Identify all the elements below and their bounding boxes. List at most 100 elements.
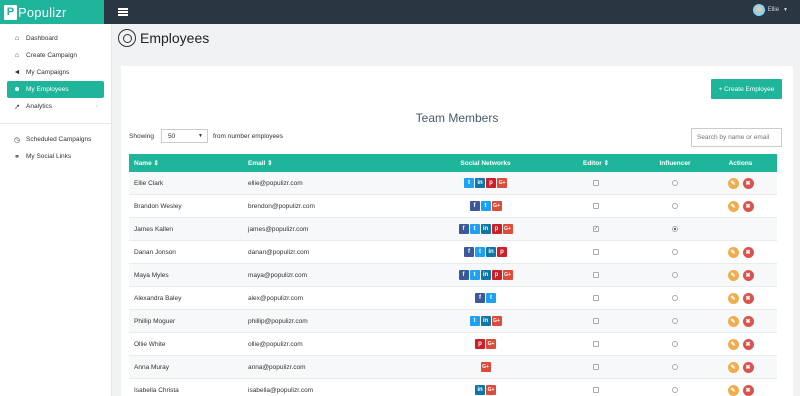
twitter-icon[interactable]: t: [469, 224, 480, 234]
sidebar-item-my-employees[interactable]: ☻ My Employees: [7, 81, 104, 98]
google-icon[interactable]: G+: [486, 385, 496, 395]
sidebar-item-dashboard[interactable]: ⌂ Dashboard: [7, 30, 104, 47]
linkedin-icon[interactable]: in: [475, 385, 485, 395]
sidebar-item-analytics[interactable]: ↗ Analytics ‹: [7, 98, 104, 115]
employee-name: Brandon Wesley: [134, 202, 182, 210]
chevron-down-icon: ▼: [783, 7, 788, 13]
create-employee-button[interactable]: + Create Employee: [711, 79, 782, 99]
influencer-cell: [646, 341, 704, 347]
page-size-select[interactable]: 50 ▼: [160, 129, 208, 143]
actions-cell: ✎ ✖: [704, 315, 777, 327]
column-header-editor[interactable]: Editor ⇕: [546, 159, 646, 167]
hamburger-icon[interactable]: [118, 8, 128, 16]
facebook-icon[interactable]: f: [458, 224, 469, 234]
column-header-email[interactable]: Email ⇕: [243, 159, 425, 167]
pinterest-icon[interactable]: p: [497, 247, 507, 257]
pinterest-icon[interactable]: p: [486, 178, 496, 188]
linkedin-icon[interactable]: in: [480, 316, 491, 326]
pinterest-icon[interactable]: p: [491, 224, 502, 234]
google-icon[interactable]: G+: [491, 316, 502, 326]
facebook-icon[interactable]: f: [464, 247, 474, 257]
editor-checkbox[interactable]: [593, 318, 599, 324]
employee-email: james@populizr.com: [248, 225, 309, 233]
twitter-icon[interactable]: t: [469, 270, 480, 280]
delete-icon[interactable]: ✖: [742, 177, 754, 189]
edit-icon[interactable]: ✎: [727, 384, 739, 396]
google-icon[interactable]: G+: [497, 178, 507, 188]
chart-icon: ↗: [14, 103, 20, 111]
delete-icon[interactable]: ✖: [742, 361, 754, 373]
editor-checkbox[interactable]: [593, 387, 599, 393]
influencer-radio[interactable]: [672, 295, 678, 301]
influencer-radio[interactable]: [672, 180, 678, 186]
edit-icon[interactable]: ✎: [727, 200, 739, 212]
pinterest-icon[interactable]: p: [491, 270, 502, 280]
editor-cell: [546, 318, 646, 324]
edit-icon[interactable]: ✎: [727, 361, 739, 373]
sidebar-item-label: My Campaigns: [26, 69, 70, 76]
influencer-radio[interactable]: [672, 203, 678, 209]
influencer-radio[interactable]: [672, 364, 678, 370]
twitter-icon[interactable]: t: [469, 316, 480, 326]
table-row: Ollie White ollie@populizr.com p G+ ✎ ✖: [129, 333, 777, 356]
edit-icon[interactable]: ✎: [727, 292, 739, 304]
sidebar-item-scheduled-campaigns[interactable]: ◷ Scheduled Campaigns: [7, 131, 104, 148]
facebook-icon[interactable]: f: [458, 270, 469, 280]
sidebar-item-my-campaigns[interactable]: ◄ My Campaigns: [7, 64, 104, 81]
delete-icon[interactable]: ✖: [742, 338, 754, 350]
employees-table: Name ⇕ Email ⇕ Social Networks Editor ⇕ …: [129, 154, 777, 396]
google-icon[interactable]: G+: [502, 224, 513, 234]
delete-icon[interactable]: ✖: [742, 269, 754, 281]
influencer-radio[interactable]: [672, 341, 678, 347]
influencer-radio[interactable]: [672, 226, 678, 232]
twitter-icon[interactable]: t: [464, 178, 474, 188]
google-icon[interactable]: G+: [502, 270, 513, 280]
linkedin-icon[interactable]: in: [480, 224, 491, 234]
editor-checkbox[interactable]: [593, 272, 599, 278]
google-icon[interactable]: G+: [480, 362, 491, 372]
user-menu[interactable]: Ellie ▼: [752, 4, 788, 16]
editor-checkbox[interactable]: [593, 203, 599, 209]
editor-cell: [546, 341, 646, 347]
pinterest-icon[interactable]: p: [475, 339, 485, 349]
google-icon[interactable]: G+: [486, 339, 496, 349]
google-icon[interactable]: G+: [491, 201, 502, 211]
delete-icon[interactable]: ✖: [742, 384, 754, 396]
linkedin-icon[interactable]: in: [480, 270, 491, 280]
editor-checkbox[interactable]: [593, 249, 599, 255]
editor-checkbox[interactable]: [593, 180, 599, 186]
editor-checkbox[interactable]: [593, 364, 599, 370]
editor-checkbox[interactable]: ✓: [593, 226, 599, 232]
editor-checkbox[interactable]: [593, 295, 599, 301]
search-input[interactable]: [691, 128, 782, 147]
influencer-radio[interactable]: [672, 249, 678, 255]
influencer-radio[interactable]: [672, 272, 678, 278]
delete-icon[interactable]: ✖: [742, 200, 754, 212]
employees-panel: + Create Employee Team Members Showing 5…: [121, 66, 793, 396]
delete-icon[interactable]: ✖: [742, 292, 754, 304]
employee-name: Ellie Clark: [134, 179, 164, 187]
editor-checkbox[interactable]: [593, 341, 599, 347]
edit-icon[interactable]: ✎: [727, 177, 739, 189]
facebook-icon[interactable]: f: [475, 293, 485, 303]
twitter-icon[interactable]: t: [480, 201, 491, 211]
edit-icon[interactable]: ✎: [727, 246, 739, 258]
influencer-radio[interactable]: [672, 318, 678, 324]
edit-icon[interactable]: ✎: [727, 315, 739, 327]
twitter-icon[interactable]: t: [486, 293, 496, 303]
edit-icon[interactable]: ✎: [727, 338, 739, 350]
delete-icon[interactable]: ✖: [742, 246, 754, 258]
influencer-radio[interactable]: [672, 387, 678, 393]
twitter-icon[interactable]: t: [475, 247, 485, 257]
edit-icon[interactable]: ✎: [727, 269, 739, 281]
linkedin-icon[interactable]: in: [486, 247, 496, 257]
linkedin-icon[interactable]: in: [475, 178, 485, 188]
brand[interactable]: P Populizr: [0, 0, 104, 24]
delete-icon[interactable]: ✖: [742, 315, 754, 327]
sidebar-item-my-social-links[interactable]: ⚭ My Social Links: [7, 148, 104, 165]
influencer-cell: [646, 387, 704, 393]
column-header-influencer: Influencer: [659, 159, 691, 167]
facebook-icon[interactable]: f: [469, 201, 480, 211]
column-header-name[interactable]: Name ⇕: [129, 159, 243, 167]
sidebar-item-create-campaign[interactable]: ⌂ Create Campaign: [7, 47, 104, 64]
